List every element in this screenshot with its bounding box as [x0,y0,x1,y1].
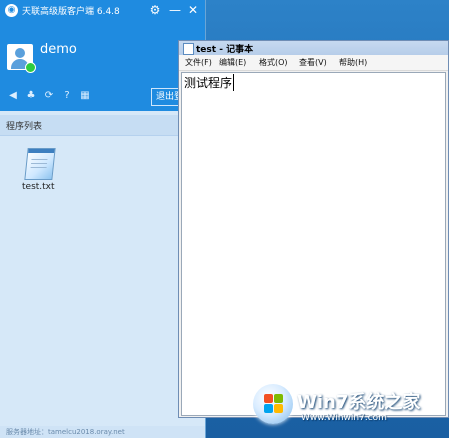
notepad-content: 测试程序 [184,74,235,91]
notepad-icon [24,148,56,180]
refresh-icon[interactable]: ⟳ [43,90,55,102]
menu-help[interactable]: 帮助(H) [339,57,367,68]
server-address: 服务器地址：tamelcu2018.oray.net [6,428,125,436]
avatar[interactable] [7,44,36,73]
client-header: ◉ 天联高级版客户端 6.4.8 ⚙ — ✕ demo ◀ ♣ ⟳ ? ▦ 退出… [0,0,205,111]
notepad-window: test - 记事本 文件(F) 编辑(E) 格式(O) 查看(V) 帮助(H)… [178,40,449,418]
notepad-titlebar[interactable]: test - 记事本 [179,41,448,55]
menu-edit[interactable]: 编辑(E) [219,57,246,68]
grid-icon[interactable]: ▦ [79,90,91,102]
notepad-title: test - 记事本 [196,45,254,55]
watermark-brand: Win7系统之家 [297,392,421,413]
menu-view[interactable]: 查看(V) [299,57,327,68]
windows-logo-icon [253,384,293,424]
client-titlebar: ◉ 天联高级版客户端 6.4.8 ⚙ — ✕ [0,0,205,22]
username: demo [40,42,77,57]
help-icon[interactable]: ? [61,90,73,102]
client-footer: 服务器地址：tamelcu2018.oray.net [0,426,205,438]
app-logo-icon: ◉ [5,4,18,17]
notepad-text-area[interactable]: 测试程序 [181,72,446,416]
close-icon[interactable]: ✕ [186,2,200,18]
program-list-title: 程序列表 [6,122,43,132]
settings-icon[interactable]: ⚙ [148,2,162,18]
speaker-icon[interactable]: ◀ [7,90,19,102]
menu-format[interactable]: 格式(O) [259,57,288,68]
program-label: test.txt [22,182,55,192]
minimize-icon[interactable]: — [168,2,182,18]
program-list-header: 程序列表 [0,115,205,136]
shirt-icon[interactable]: ♣ [25,90,37,102]
notepad-menubar: 文件(F) 编辑(E) 格式(O) 查看(V) 帮助(H) [179,55,448,71]
menu-file[interactable]: 文件(F) [185,57,212,68]
client-window: ◉ 天联高级版客户端 6.4.8 ⚙ — ✕ demo ◀ ♣ ⟳ ? ▦ 退出… [0,0,206,438]
client-window-title: 天联高级版客户端 6.4.8 [22,7,120,17]
watermark: Win7系统之家 Www.Winwin7.com [249,382,449,438]
online-status-icon [25,62,36,73]
watermark-url: Www.Winwin7.com [301,413,387,423]
program-item[interactable]: test.txt [18,146,62,196]
notepad-app-icon [183,43,194,55]
